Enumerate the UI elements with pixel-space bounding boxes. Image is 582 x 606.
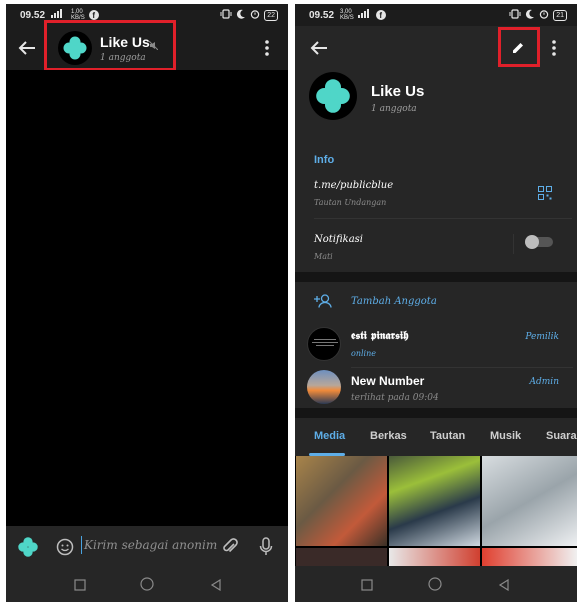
alarm-icon [539, 9, 549, 22]
network-speed: 3,00 KB/S [340, 9, 354, 21]
network-speed-unit: KB/S [340, 15, 354, 21]
tab-files[interactable]: Berkas [370, 430, 407, 442]
home-circle-icon[interactable] [428, 577, 442, 596]
member-avatar [307, 327, 341, 361]
attach-icon[interactable] [222, 538, 238, 561]
member-name: New Number [351, 374, 425, 388]
notifications-toggle[interactable] [525, 235, 553, 249]
add-member-button[interactable]: Tambah Anggota [351, 296, 437, 307]
moon-icon [236, 9, 246, 22]
recents-square-icon[interactable] [74, 578, 86, 596]
member-name: 𝖊𝖘𝖙𝖎 𝖕𝖎𝖓𝖆𝖗𝖘𝖎𝖍 [351, 329, 409, 342]
system-nav-bar [295, 566, 577, 602]
group-name: Like Us [371, 83, 425, 100]
member-avatar [307, 370, 341, 404]
back-triangle-icon[interactable] [210, 578, 222, 596]
signal-icon [357, 9, 372, 21]
facebook-icon: f [375, 10, 386, 20]
divider [314, 218, 572, 219]
tab-voice[interactable]: Suara [546, 430, 577, 442]
highlight-box-header [44, 20, 176, 71]
facebook-icon: f [88, 10, 99, 20]
notifications-label: Notifikasi [314, 234, 364, 245]
recents-square-icon[interactable] [361, 578, 373, 596]
vibrate-icon [509, 8, 521, 22]
info-title: Info [314, 154, 335, 166]
vibrate-icon [220, 8, 232, 22]
message-composer: Kirim sebagai anonim [6, 526, 288, 566]
group-avatar-large[interactable] [309, 72, 357, 120]
media-thumbnail[interactable] [296, 548, 387, 566]
chat-messages-area[interactable] [6, 70, 288, 526]
divider [351, 367, 573, 368]
member-role: Pemilik [525, 332, 559, 342]
member-status: online [351, 349, 376, 358]
battery-indicator: 22 [264, 9, 278, 21]
members-section: Tambah Anggota 𝖊𝖘𝖙𝖎 𝖕𝖎𝖓𝖆𝖗𝖘𝖎𝖍 online Pemi… [295, 282, 577, 408]
status-bar: 09.52 3,00 KB/S f 21 [295, 4, 577, 26]
media-thumbnail[interactable] [296, 456, 387, 546]
right-phone-screen: 09.52 3,00 KB/S f 21 Like Us 1 anggota I… [295, 4, 577, 602]
toggle-knob [525, 235, 539, 249]
qr-code-icon[interactable] [538, 186, 552, 205]
media-thumbnail[interactable] [389, 548, 480, 566]
status-time: 09.52 [309, 9, 335, 21]
moon-icon [525, 9, 535, 22]
section-gap [295, 408, 577, 418]
media-thumbnail[interactable] [482, 456, 577, 546]
section-gap [295, 272, 577, 282]
send-as-avatar[interactable] [16, 535, 40, 559]
microphone-icon[interactable] [259, 537, 273, 562]
more-options-icon[interactable] [261, 38, 273, 58]
add-member-icon[interactable] [313, 294, 333, 313]
info-section: Info t.me/publicblue Tautan Undangan Not… [295, 138, 577, 272]
notifications-value: Mati [314, 252, 333, 261]
tab-music[interactable]: Musik [490, 430, 521, 442]
more-options-icon[interactable] [548, 38, 560, 58]
invite-link-label: Tautan Undangan [314, 198, 387, 207]
alarm-icon [250, 9, 260, 22]
media-thumbnail[interactable] [482, 548, 577, 566]
left-phone-screen: 09.52 1,00 KB/S f 22 Like Us 1 anggota K… [6, 4, 288, 602]
clover-icon [316, 79, 350, 113]
clover-icon [18, 537, 38, 557]
member-role: Admin [529, 377, 559, 387]
text-caret [81, 536, 82, 554]
group-member-count: 1 anggota [371, 104, 417, 114]
back-arrow-icon[interactable] [309, 40, 329, 56]
system-nav-bar [6, 566, 288, 602]
invite-link[interactable]: t.me/publicblue [314, 180, 393, 191]
media-tabs: Media Berkas Tautan Musik Suara [295, 418, 577, 456]
divider [513, 234, 514, 254]
home-circle-icon[interactable] [140, 577, 154, 596]
tab-media[interactable]: Media [314, 430, 345, 442]
status-time: 09.52 [20, 9, 46, 21]
tab-links[interactable]: Tautan [430, 430, 465, 442]
emoji-icon[interactable] [56, 538, 74, 561]
member-status: terlihat pada 09:04 [351, 393, 439, 403]
message-input[interactable]: Kirim sebagai anonim [84, 538, 217, 552]
media-grid [295, 456, 577, 566]
back-arrow-icon[interactable] [16, 38, 38, 58]
highlight-box-edit [498, 27, 540, 67]
back-triangle-icon[interactable] [498, 578, 510, 596]
media-thumbnail[interactable] [389, 456, 480, 546]
battery-indicator: 21 [553, 9, 567, 21]
